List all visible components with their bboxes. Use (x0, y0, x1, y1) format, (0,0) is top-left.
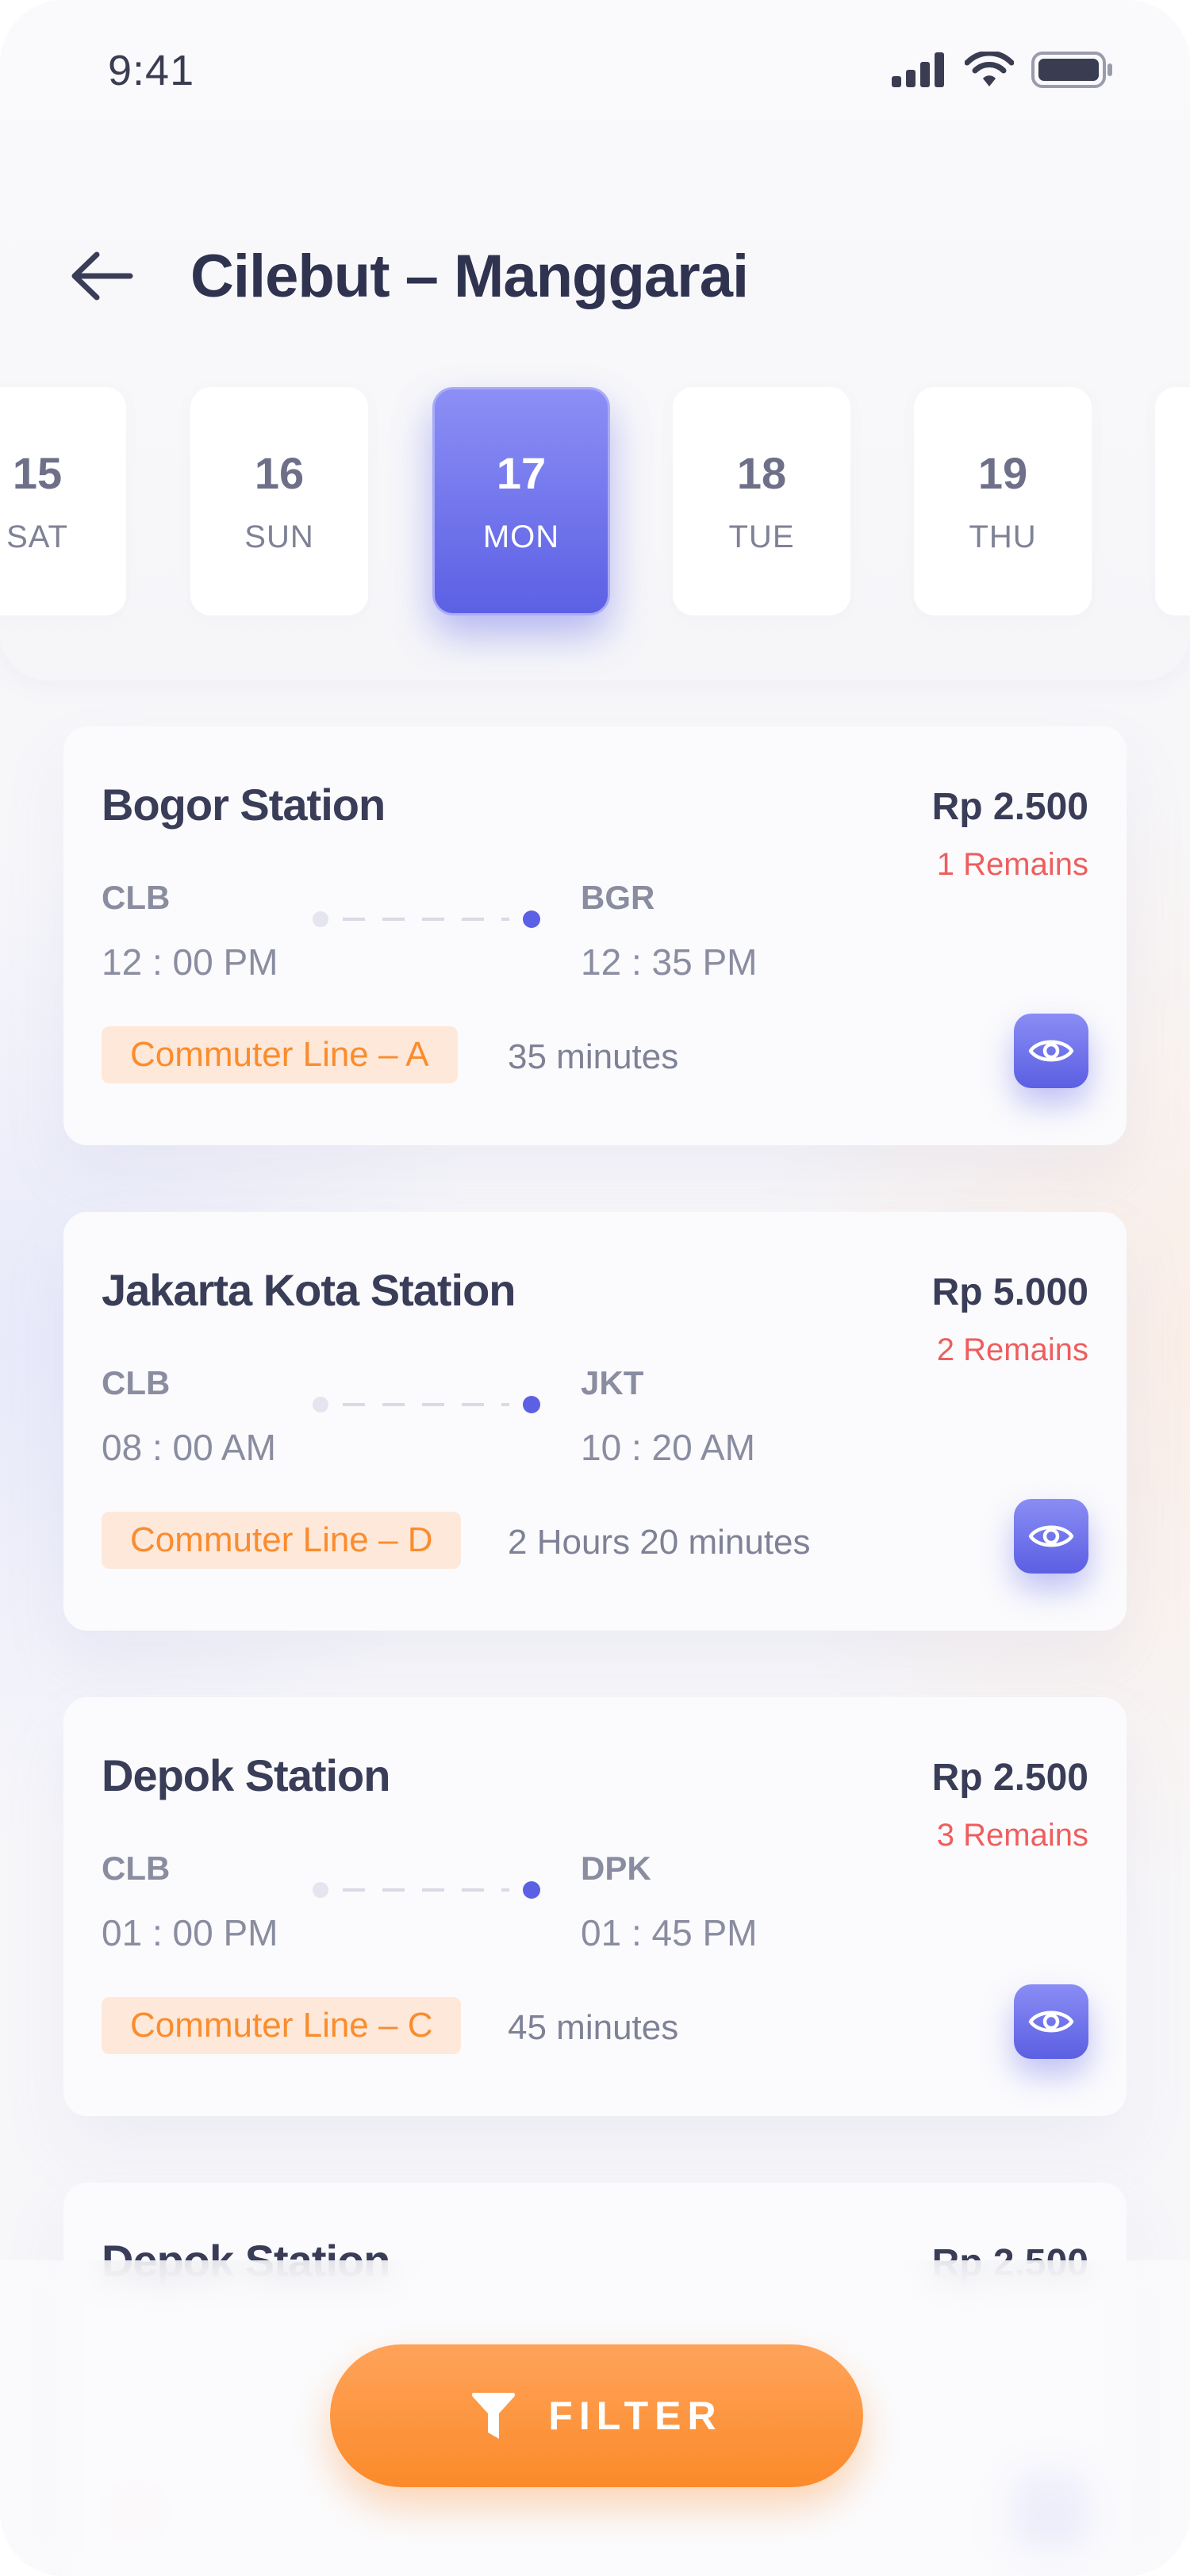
destination-code: DPK (581, 1850, 651, 1887)
header: 9:41 Cilebut – Manggarai 15 SAT 16 SUN 1… (0, 0, 1190, 680)
wifi-icon (965, 52, 1014, 86)
view-details-button[interactable] (1014, 1014, 1088, 1088)
departure-time: 08 : 00 AM (102, 1427, 276, 1468)
filter-button[interactable]: FILTER (330, 2344, 863, 2487)
trip-duration: 45 minutes (508, 2008, 679, 2047)
battery-icon (1031, 52, 1112, 88)
origin-code: CLB (102, 879, 171, 916)
origin-code: CLB (102, 1850, 171, 1887)
date-weekday: TUE (728, 519, 795, 554)
route-line-icon (313, 910, 540, 928)
route-line-icon (313, 1396, 540, 1413)
station-name: Depok Station (102, 1750, 390, 1800)
view-details-button[interactable] (1014, 1499, 1088, 1574)
arrival-time: 10 : 20 AM (581, 1427, 755, 1468)
date-item-selected[interactable]: 17 MON (432, 387, 610, 615)
signal-icon (892, 52, 944, 87)
date-number: 19 (977, 448, 1028, 498)
departure-time: 12 : 00 PM (102, 941, 278, 983)
seats-remaining: 1 Remains (936, 847, 1088, 882)
route-line-icon (313, 1881, 540, 1899)
arrow-left-icon (71, 251, 133, 301)
eye-icon (1028, 2011, 1074, 2033)
date-item[interactable]: 19 THU (914, 387, 1092, 615)
ticket-price: Rp 5.000 (931, 1271, 1088, 1313)
date-item[interactable] (1155, 387, 1190, 615)
ticket-price: Rp 2.500 (931, 1757, 1088, 1799)
date-number: 18 (736, 448, 787, 498)
filter-label: FILTER (548, 2394, 723, 2438)
trip-duration: 2 Hours 20 minutes (508, 1523, 811, 1562)
station-name: Bogor Station (102, 780, 386, 830)
trip-card[interactable]: Jakarta Kota Station Rp 5.000 2 Remains … (63, 1212, 1127, 1631)
date-item[interactable]: 18 TUE (673, 387, 850, 615)
ticket-price: Rp 2.500 (931, 786, 1088, 828)
date-number: 16 (254, 448, 305, 498)
departure-time: 01 : 00 PM (102, 1912, 278, 1953)
status-time: 9:41 (108, 47, 195, 94)
line-badge: Commuter Line – A (102, 1026, 458, 1083)
trip-card[interactable]: Depok Station Rp 2.500 3 Remains CLB 01 … (63, 1697, 1127, 2116)
date-weekday: MON (482, 519, 560, 554)
date-weekday: THU (969, 519, 1037, 554)
seats-remaining: 2 Remains (936, 1332, 1088, 1367)
status-icons (892, 51, 1114, 89)
eye-icon (1028, 1525, 1074, 1547)
screen: Bogor Station Rp 2.500 1 Remains CLB 12 … (0, 0, 1190, 2576)
arrival-time: 12 : 35 PM (581, 941, 758, 983)
station-name: Jakarta Kota Station (102, 1265, 516, 1315)
page-title: Cilebut – Manggarai (190, 243, 749, 310)
destination-code: BGR (581, 879, 655, 916)
date-weekday: SAT (6, 519, 68, 554)
line-badge: Commuter Line – D (102, 1512, 462, 1569)
date-number: 15 (12, 448, 63, 498)
origin-code: CLB (102, 1364, 171, 1401)
destination-code: JKT (581, 1364, 644, 1401)
date-item[interactable]: 15 SAT (0, 387, 126, 615)
arrival-time: 01 : 45 PM (581, 1912, 758, 1953)
trip-card[interactable]: Bogor Station Rp 2.500 1 Remains CLB 12 … (63, 726, 1127, 1145)
trip-duration: 35 minutes (508, 1037, 679, 1076)
seats-remaining: 3 Remains (936, 1818, 1088, 1853)
line-badge: Commuter Line – C (102, 1997, 462, 2054)
date-number: 17 (496, 448, 547, 498)
filter-icon (472, 2393, 516, 2439)
view-details-button[interactable] (1014, 1984, 1088, 2059)
back-button[interactable] (63, 238, 140, 314)
eye-icon (1028, 1040, 1074, 1062)
date-weekday: SUN (244, 519, 314, 554)
date-selector: 15 SAT 16 SUN 17 MON 18 TUE 19 THU (0, 387, 1190, 617)
date-item[interactable]: 16 SUN (190, 387, 368, 615)
